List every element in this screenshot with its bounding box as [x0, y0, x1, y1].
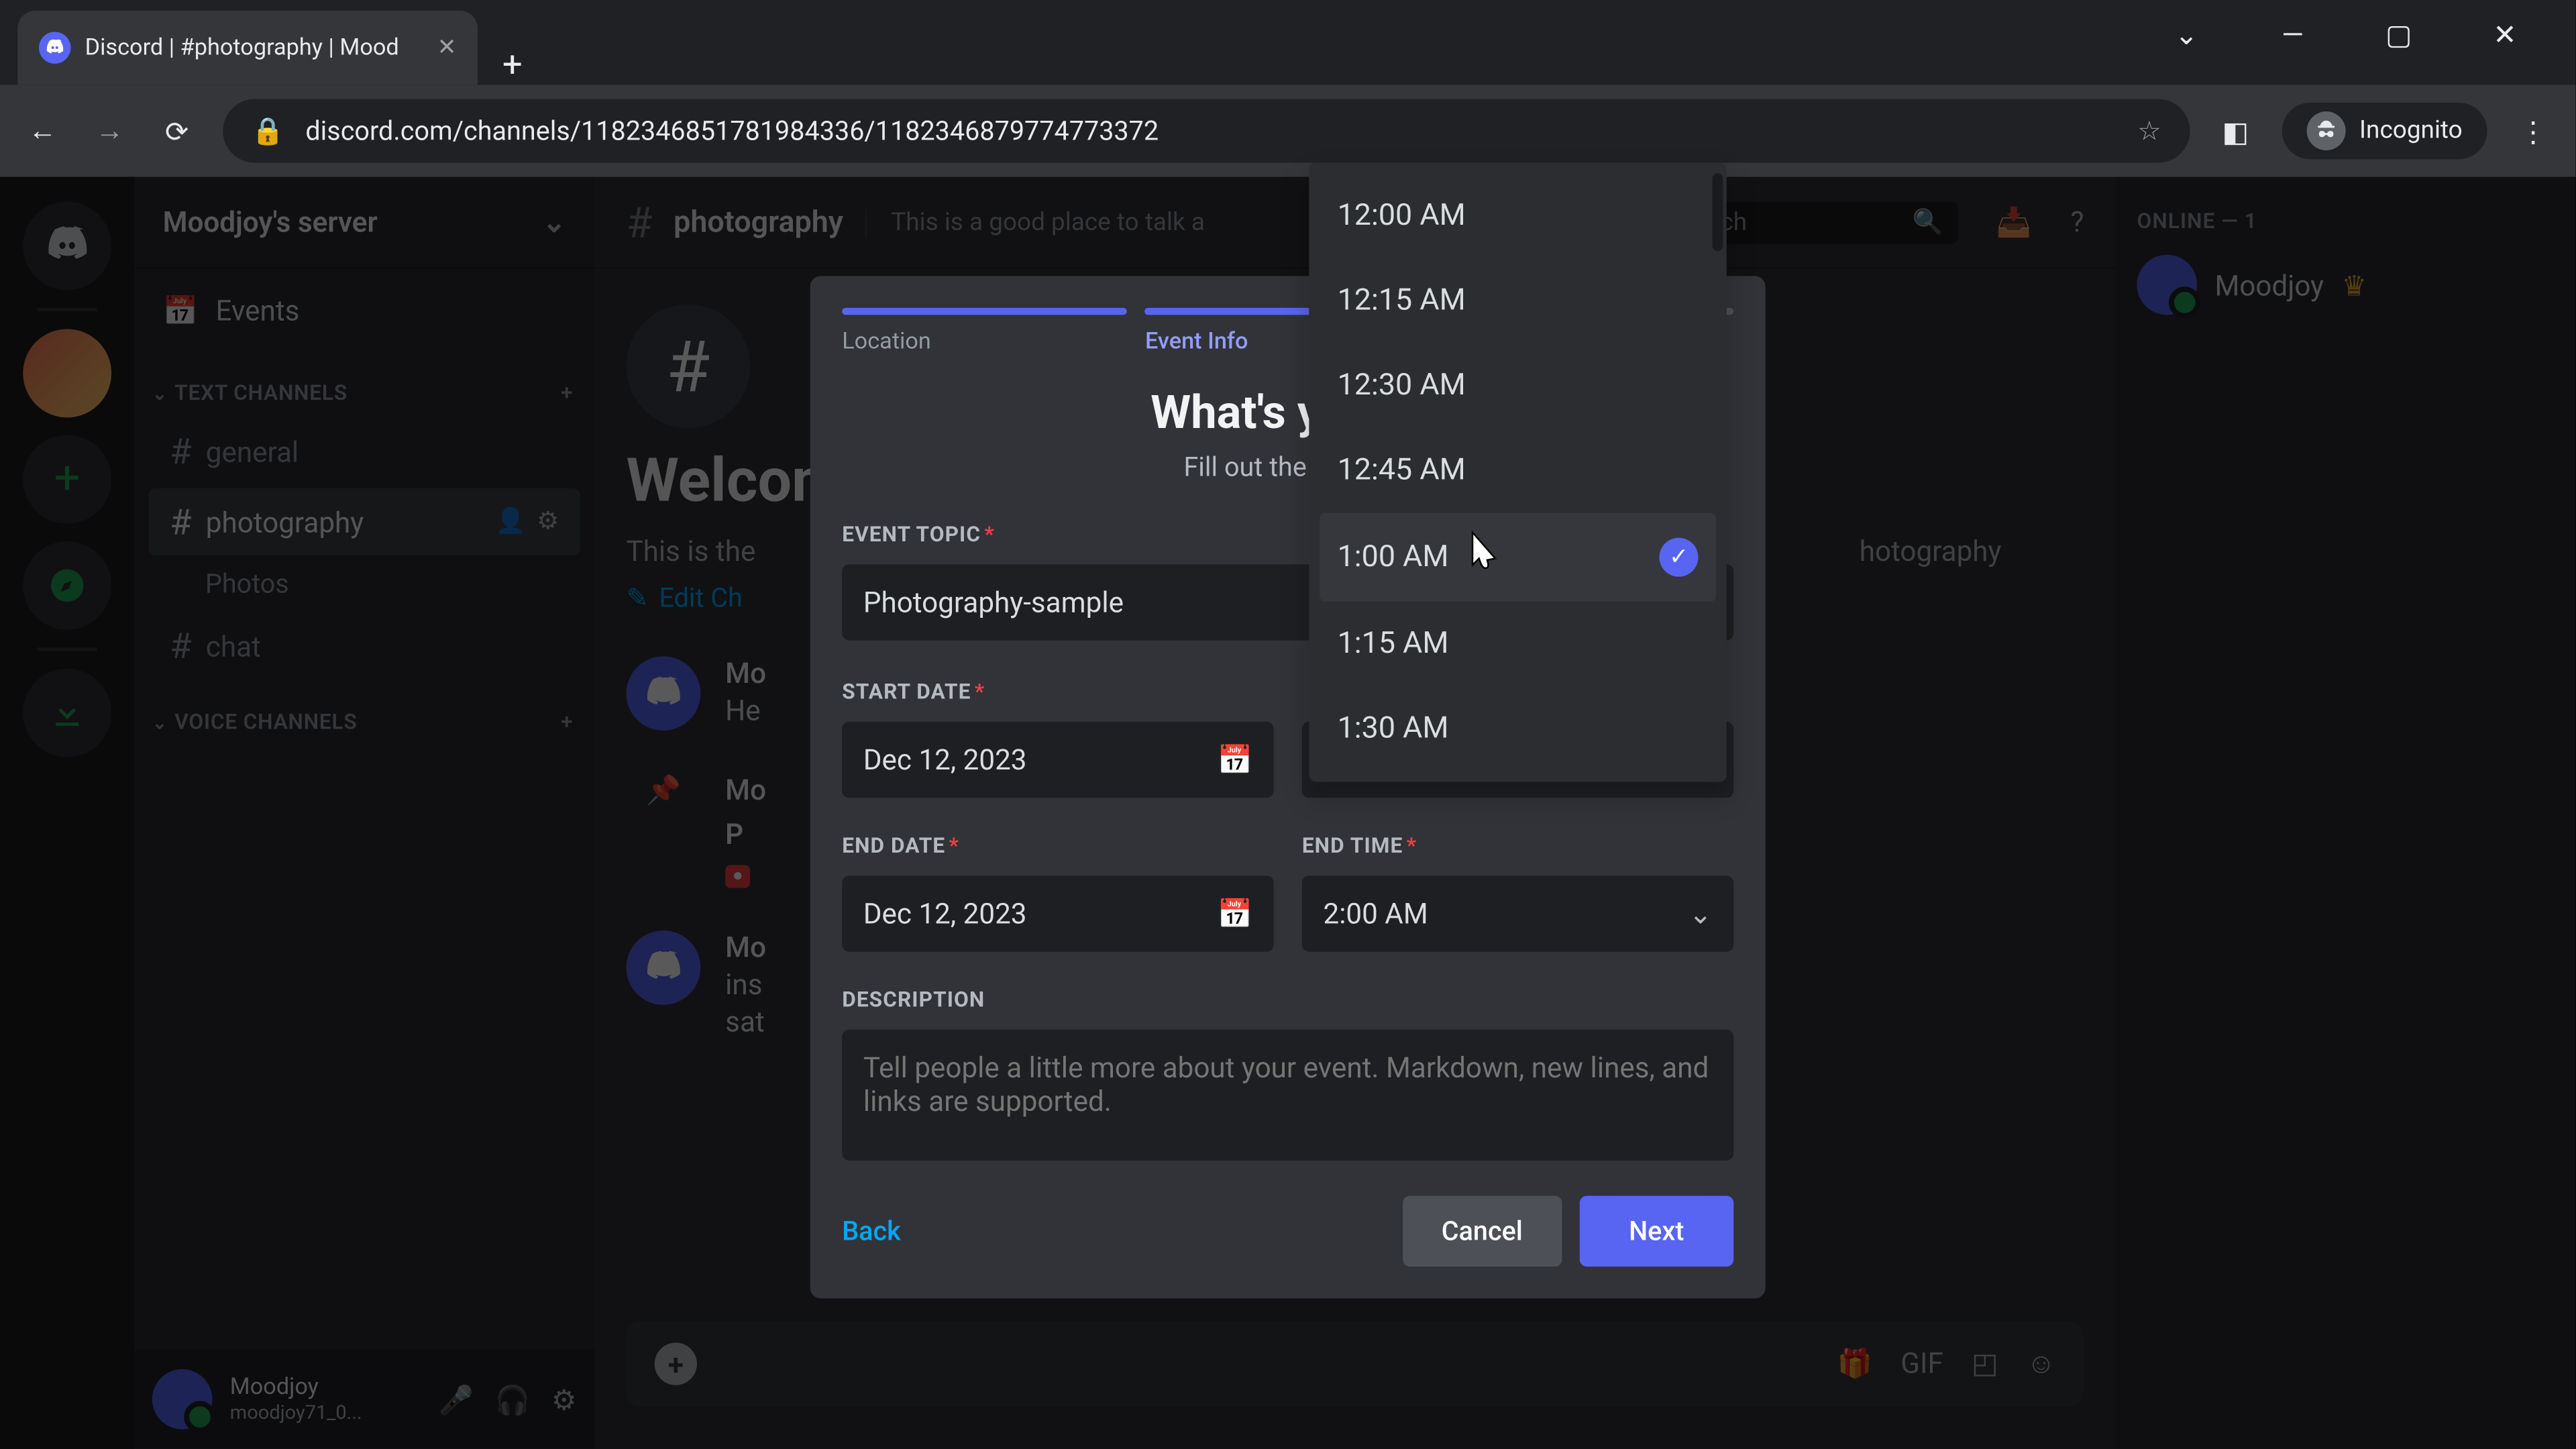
time-option-label: 12:30 AM — [1338, 368, 1466, 403]
end-time-select[interactable]: 2:00 AM ⌄ — [1302, 876, 1733, 952]
maximize-icon[interactable]: ▢ — [2363, 17, 2434, 51]
address-bar[interactable]: 🔒 discord.com/channels/11823468517819843… — [223, 99, 2190, 163]
time-option-label: 12:00 AM — [1338, 198, 1466, 233]
time-option[interactable]: 1:30 AM✓ — [1309, 686, 1726, 771]
nav-forward-icon[interactable]: → — [89, 109, 131, 152]
tabs-dropdown-icon[interactable]: ⌄ — [2151, 17, 2222, 51]
next-button[interactable]: Next — [1579, 1196, 1733, 1267]
browser-chrome: Discord | #photography | Mood ✕ + ⌄ — ▢ … — [0, 0, 2575, 177]
time-option[interactable]: 12:00 AM✓ — [1309, 173, 1726, 258]
modal-footer: Back Cancel Next — [810, 1168, 1766, 1267]
window-controls: ⌄ — ▢ ✕ — [2116, 0, 2576, 69]
cancel-button[interactable]: Cancel — [1403, 1196, 1562, 1267]
end-time-label: End Time* — [1302, 833, 1733, 858]
new-tab-button[interactable]: + — [478, 42, 547, 85]
discord-favicon-icon — [39, 32, 70, 63]
tab-title: Discord | #photography | Mood — [85, 34, 399, 61]
browser-tab[interactable]: Discord | #photography | Mood ✕ — [17, 11, 478, 85]
time-option-label: 12:45 AM — [1338, 453, 1466, 488]
progress-seg — [842, 308, 1127, 315]
description-label: Description — [842, 987, 1733, 1012]
calendar-icon: 📅 — [1217, 897, 1252, 930]
end-date-input[interactable]: Dec 12, 2023 📅 — [842, 876, 1273, 952]
back-button[interactable]: Back — [842, 1216, 901, 1247]
time-option-label: 1:30 AM — [1338, 711, 1449, 747]
time-option[interactable]: 1:00 AM ✓ — [1320, 513, 1716, 602]
time-option[interactable]: 12:15 AM✓ — [1309, 258, 1726, 343]
url-text: discord.com/channels/1182346851781984336… — [305, 115, 1159, 146]
check-icon: ✓ — [1660, 538, 1699, 577]
end-time-value: 2:00 AM — [1323, 897, 1428, 930]
browser-menu-icon[interactable]: ⋮ — [2512, 109, 2555, 152]
start-date-value: Dec 12, 2023 — [863, 743, 1027, 777]
incognito-badge[interactable]: Incognito — [2282, 103, 2487, 159]
discord-app: + Moodjoy's server ⌄ 📅 Events ⌄TEXT CHAN… — [0, 177, 2575, 1449]
description-textarea[interactable] — [842, 1030, 1733, 1161]
time-option-label: 1:00 AM — [1338, 539, 1449, 575]
time-option[interactable]: 1:15 AM✓ — [1309, 602, 1726, 687]
extensions-icon[interactable]: ◧ — [2214, 109, 2257, 152]
minimize-icon[interactable]: — — [2257, 17, 2328, 51]
bookmark-star-icon[interactable]: ☆ — [2137, 115, 2161, 146]
end-date-label: End Date* — [842, 833, 1273, 858]
start-date-input[interactable]: Dec 12, 2023 📅 — [842, 722, 1273, 798]
nav-reload-icon[interactable]: ⟳ — [156, 109, 198, 152]
tab-bar: Discord | #photography | Mood ✕ + ⌄ — ▢ … — [0, 0, 2575, 85]
start-date-label: Start Date* — [842, 680, 1273, 704]
close-window-icon[interactable]: ✕ — [2469, 17, 2540, 51]
calendar-icon: 📅 — [1217, 743, 1252, 777]
dropdown-scrollbar[interactable] — [1713, 173, 1723, 251]
nav-back-icon[interactable]: ← — [21, 109, 64, 152]
start-time-dropdown[interactable]: 12:00 AM✓12:15 AM✓12:30 AM✓12:45 AM✓1:00… — [1309, 163, 1726, 782]
lock-icon: 🔒 — [251, 115, 284, 146]
time-option[interactable]: 12:30 AM✓ — [1309, 343, 1726, 429]
end-date-value: Dec 12, 2023 — [863, 897, 1027, 930]
time-option-label: 1:15 AM — [1338, 626, 1449, 661]
tab-close-icon[interactable]: ✕ — [437, 34, 457, 61]
chevron-down-icon: ⌄ — [1688, 897, 1712, 930]
time-option-label: 12:15 AM — [1338, 283, 1466, 319]
step-location-label: Location — [842, 329, 1127, 356]
time-option[interactable]: 12:45 AM✓ — [1309, 428, 1726, 513]
incognito-label: Incognito — [2359, 117, 2463, 145]
incognito-icon — [2306, 111, 2345, 150]
nav-bar: ← → ⟳ 🔒 discord.com/channels/11823468517… — [0, 85, 2575, 177]
